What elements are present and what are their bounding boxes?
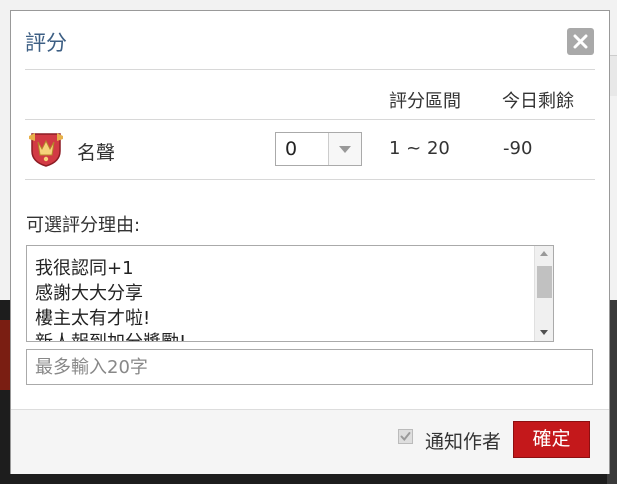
close-icon [573,34,588,49]
chevron-down-icon [339,146,351,153]
close-button[interactable] [567,28,594,55]
checkmark-icon [400,432,411,442]
notify-author-checkbox[interactable] [398,429,413,444]
reasons-listbox[interactable]: 我很認同+1 感謝大大分享 樓主太有才啦! 新人報到加分獎勵! [26,245,554,342]
scroll-down-button[interactable] [535,325,553,341]
scrollbar-thumb[interactable] [537,266,552,298]
column-header-range: 評分區間 [389,91,461,112]
reason-option[interactable]: 我很認同+1 [35,254,134,280]
reasons-label: 可選評分理由: [26,215,141,236]
reason-option[interactable]: 感謝大大分享 [35,279,143,305]
score-select[interactable]: 0 [275,132,362,166]
confirm-button[interactable]: 確定 [513,421,590,458]
score-range-value: 1 ~ 20 [389,138,450,159]
header-divider [25,69,595,70]
notify-author-label[interactable]: 通知作者 [425,427,501,454]
medal-icon [29,133,63,167]
score-select-value: 0 [285,138,298,160]
scroll-up-button[interactable] [535,246,553,262]
rating-dialog: 評分 評分區間 今日剩餘 名聲 0 1 ~ 20 -90 可選評分理由: 我很認… [10,10,610,474]
column-header-remaining: 今日剩餘 [502,91,574,112]
dialog-footer: 通知作者 確定 [11,409,609,474]
scroll-up-icon [540,251,548,256]
reason-option[interactable]: 樓主太有才啦! [35,304,150,330]
reputation-row: 名聲 0 1 ~ 20 -90 [25,119,595,179]
score-select-toggle[interactable] [328,133,361,165]
dialog-title: 評分 [25,31,67,55]
remaining-value: -90 [503,138,533,159]
reason-option[interactable]: 新人報到加分獎勵! [35,328,186,341]
reasons-scrollbar[interactable] [534,246,553,341]
scroll-down-icon [540,330,548,335]
row-divider [25,179,595,180]
custom-reason-input[interactable] [26,349,593,385]
reputation-label: 名聲 [77,142,116,164]
